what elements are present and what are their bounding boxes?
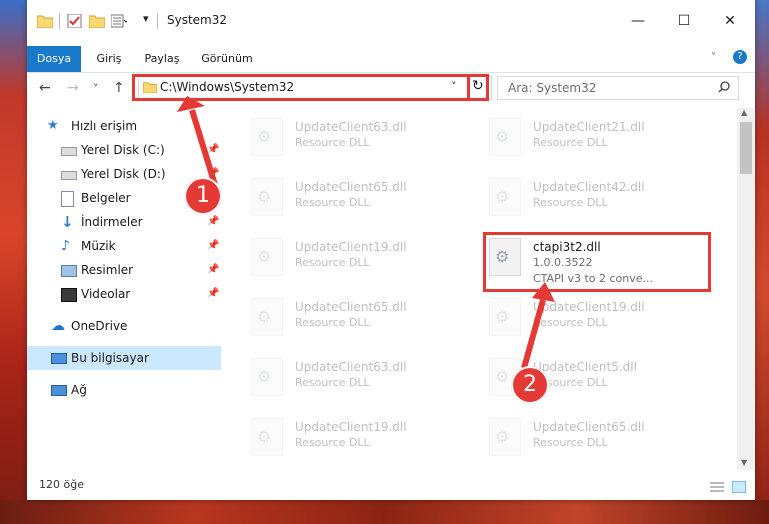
annotation-arrows	[177, 96, 555, 369]
desktop-wallpaper-bottom	[0, 500, 769, 524]
file-explorer-window: ▾ System32 — ☐ ✕ Dosya Giriş Paylaş Görü…	[27, 0, 755, 500]
annotation-badge-2: 2	[511, 366, 549, 404]
annotation-badge-1: 1	[184, 177, 222, 215]
desktop-wallpaper-right	[755, 0, 769, 524]
desktop-wallpaper-left	[0, 0, 27, 524]
